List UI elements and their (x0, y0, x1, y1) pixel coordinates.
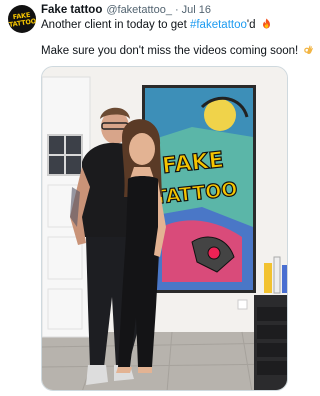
hashtag-link[interactable]: #faketattoo (190, 19, 247, 31)
tweet-text-second: Make sure you don't miss the videos comi… (41, 45, 299, 57)
author-display-name[interactable]: Fake tattoo (41, 4, 102, 16)
photo-scene: FAKE TATTOO (42, 67, 287, 390)
tweet-photo[interactable]: FAKE TATTOO (41, 66, 288, 391)
separator-dot: · (174, 4, 179, 16)
tweet-header: Fake tattoo @faketattoo_ · Jul 16 (41, 4, 296, 18)
fire-emoji-icon (262, 18, 270, 29)
tweet-text-line1: Another client in today to get #faketatt… (41, 18, 272, 31)
ok-hand-emoji-icon (304, 45, 314, 54)
author-handle[interactable]: @faketattoo_ (106, 4, 172, 16)
author-avatar[interactable]: FAKE TATTOO (8, 5, 36, 33)
avatar-logo: FAKE TATTOO (8, 10, 36, 28)
tweet-text-suffix: 'd (246, 19, 256, 31)
floor (42, 332, 287, 390)
tweet-text-line2: Make sure you don't miss the videos comi… (41, 44, 314, 57)
tweet[interactable]: FAKE TATTOO Fake tattoo @faketattoo_ · J… (0, 0, 314, 396)
tweet-text-prefix: Another client in today to get (41, 19, 190, 31)
tweet-date[interactable]: Jul 16 (182, 4, 211, 16)
